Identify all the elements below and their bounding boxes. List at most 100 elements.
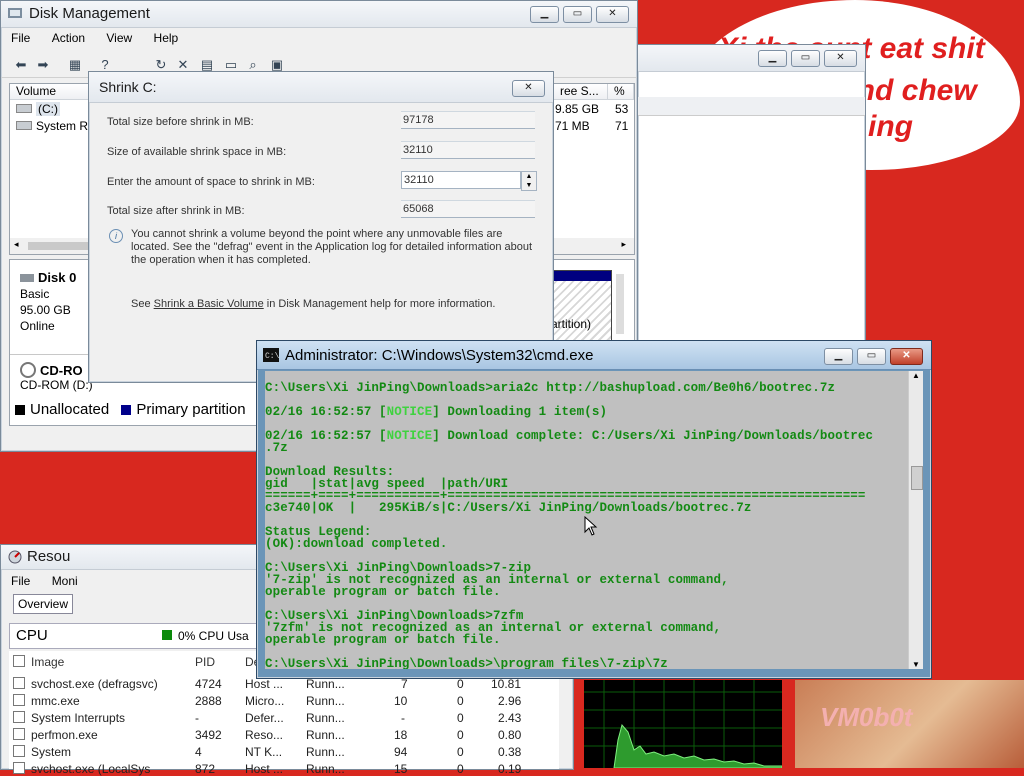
window-title: Resou	[27, 548, 71, 565]
disk0-size: 95.00 GB	[20, 303, 71, 317]
percent-value: 71	[615, 119, 629, 133]
row-checkbox[interactable]	[13, 677, 25, 689]
process-pid: 3492	[195, 728, 222, 742]
maximize-button[interactable]: ▭	[563, 6, 592, 23]
process-threads: 18	[394, 728, 408, 742]
minimize-button[interactable]: ▁	[758, 50, 787, 67]
minimize-button[interactable]: ▁	[824, 348, 853, 365]
select-all-checkbox[interactable]	[13, 655, 25, 667]
disk-management-icon	[8, 8, 22, 18]
help-text-pre: See	[131, 298, 154, 310]
legend-primary: Primary partition	[136, 401, 246, 418]
close-button[interactable]: ✕	[890, 348, 923, 365]
console-line: .7z	[265, 441, 288, 455]
column-free-space[interactable]: ree S...	[554, 84, 608, 100]
volume-row-c[interactable]: (C:)	[16, 102, 60, 116]
row-checkbox[interactable]	[13, 711, 25, 723]
process-cpu: 0	[457, 728, 464, 742]
column-image[interactable]: Image	[13, 655, 64, 669]
legend: Unallocated Primary partition	[15, 401, 246, 418]
total-after-value: 65068	[401, 200, 535, 218]
process-avg-cpu: 10.81	[491, 677, 522, 691]
row-checkbox[interactable]	[13, 762, 25, 774]
cpu-usage-swatch	[162, 630, 172, 640]
console-line: operable program or batch file.	[265, 585, 501, 599]
percent-value: 53	[615, 102, 629, 116]
drive-icon	[16, 121, 32, 130]
process-pid: 872	[195, 762, 216, 776]
console-tree-icon[interactable]: ▦	[67, 57, 83, 73]
shrink-amount-stepper[interactable]: ▲ ▼	[521, 171, 537, 191]
cmd-titlebar[interactable]: C:\ Administrator: C:\Windows\System32\c…	[257, 341, 931, 370]
menu-help[interactable]: Help	[144, 28, 187, 45]
background-window[interactable]: ▁ ▭ ✕	[637, 44, 866, 346]
command-prompt-window[interactable]: C:\ Administrator: C:\Windows\System32\c…	[256, 340, 932, 679]
primary-swatch	[121, 405, 132, 415]
vertical-scrollbar[interactable]: ▲ ▼	[908, 371, 923, 669]
column-pid[interactable]: PID	[195, 655, 215, 669]
process-threads: 94	[394, 745, 408, 759]
process-threads: -	[401, 711, 405, 725]
process-image: svchost.exe (LocalSys	[31, 762, 151, 776]
vertical-scrollbar[interactable]	[616, 274, 624, 334]
maximize-button[interactable]: ▭	[791, 50, 820, 67]
shrink-titlebar[interactable]: Shrink C: ✕	[89, 72, 553, 103]
shrink-help-link[interactable]: Shrink a Basic Volume	[154, 298, 264, 310]
scroll-left-icon[interactable]: ◂	[14, 239, 19, 250]
process-avg-cpu: 0.80	[498, 728, 522, 742]
cpu-graph-svg	[584, 680, 783, 769]
scroll-right-icon[interactable]: ▸	[621, 239, 626, 250]
row-checkbox[interactable]	[13, 694, 25, 706]
window-controls: ▁ ▭ ✕	[758, 50, 857, 67]
background-window-titlebar[interactable]: ▁ ▭ ✕	[638, 45, 865, 72]
total-after-label: Total size after shrink in MB:	[107, 205, 245, 217]
process-desc: Host ...	[245, 677, 284, 691]
process-cpu: 0	[457, 762, 464, 776]
menu-file[interactable]: File	[1, 571, 38, 588]
menu-file[interactable]: File	[1, 28, 38, 45]
row-checkbox[interactable]	[13, 745, 25, 757]
process-desc: Micro...	[245, 694, 285, 708]
process-image: mmc.exe	[31, 694, 80, 708]
close-button[interactable]: ✕	[596, 6, 629, 23]
volume-row-system[interactable]: System Re	[16, 119, 95, 133]
back-arrow-icon[interactable]: ⬅	[13, 57, 29, 73]
info-text: You cannot shrink a volume beyond the po…	[131, 228, 533, 266]
process-pid: -	[195, 711, 199, 725]
shrink-dialog[interactable]: Shrink C: ✕ Total size before shrink in …	[88, 71, 554, 383]
scroll-down-icon[interactable]: ▼	[912, 660, 920, 669]
column-percent[interactable]: %	[608, 84, 634, 100]
console-line: (OK):download completed.	[265, 537, 448, 551]
scrollbar-thumb[interactable]	[911, 466, 923, 490]
cpu-label: CPU	[16, 627, 48, 644]
legend-unallocated: Unallocated	[30, 401, 110, 418]
close-button[interactable]: ✕	[512, 80, 545, 97]
process-threads: 7	[401, 677, 408, 691]
process-status: Runn...	[306, 728, 345, 742]
maximize-button[interactable]: ▭	[857, 348, 886, 365]
menu-bar: File Action View Help	[1, 28, 637, 50]
column-volume[interactable]: Volume	[10, 84, 90, 100]
column-image-label: Image	[31, 655, 65, 669]
unallocated-swatch	[15, 405, 25, 415]
close-button[interactable]: ✕	[824, 50, 857, 67]
shrink-amount-input[interactable]: 32110	[401, 171, 521, 189]
menu-view[interactable]: View	[96, 28, 140, 45]
partition-block[interactable]: artition)	[550, 270, 612, 346]
forward-arrow-icon[interactable]: ➡	[35, 57, 51, 73]
disk-management-titlebar[interactable]: Disk Management ▁ ▭ ✕	[1, 1, 637, 28]
tab-overview[interactable]: Overview	[13, 594, 74, 614]
available-space-value: 32110	[401, 141, 535, 159]
row-checkbox[interactable]	[13, 728, 25, 740]
partition-header-bar	[551, 271, 611, 281]
minimize-button[interactable]: ▁	[530, 6, 559, 23]
menu-monitor[interactable]: Moni	[42, 571, 86, 588]
menu-action[interactable]: Action	[42, 28, 93, 45]
process-status: Runn...	[306, 694, 345, 708]
window-title: Disk Management	[29, 5, 150, 22]
disk0-icon-label: Disk 0	[20, 270, 76, 285]
window-title: Administrator: C:\Windows\System32\cmd.e…	[285, 347, 594, 364]
partition-label: artition)	[551, 317, 592, 331]
dialog-title: Shrink C:	[99, 79, 157, 95]
scroll-up-icon[interactable]: ▲	[912, 371, 920, 380]
